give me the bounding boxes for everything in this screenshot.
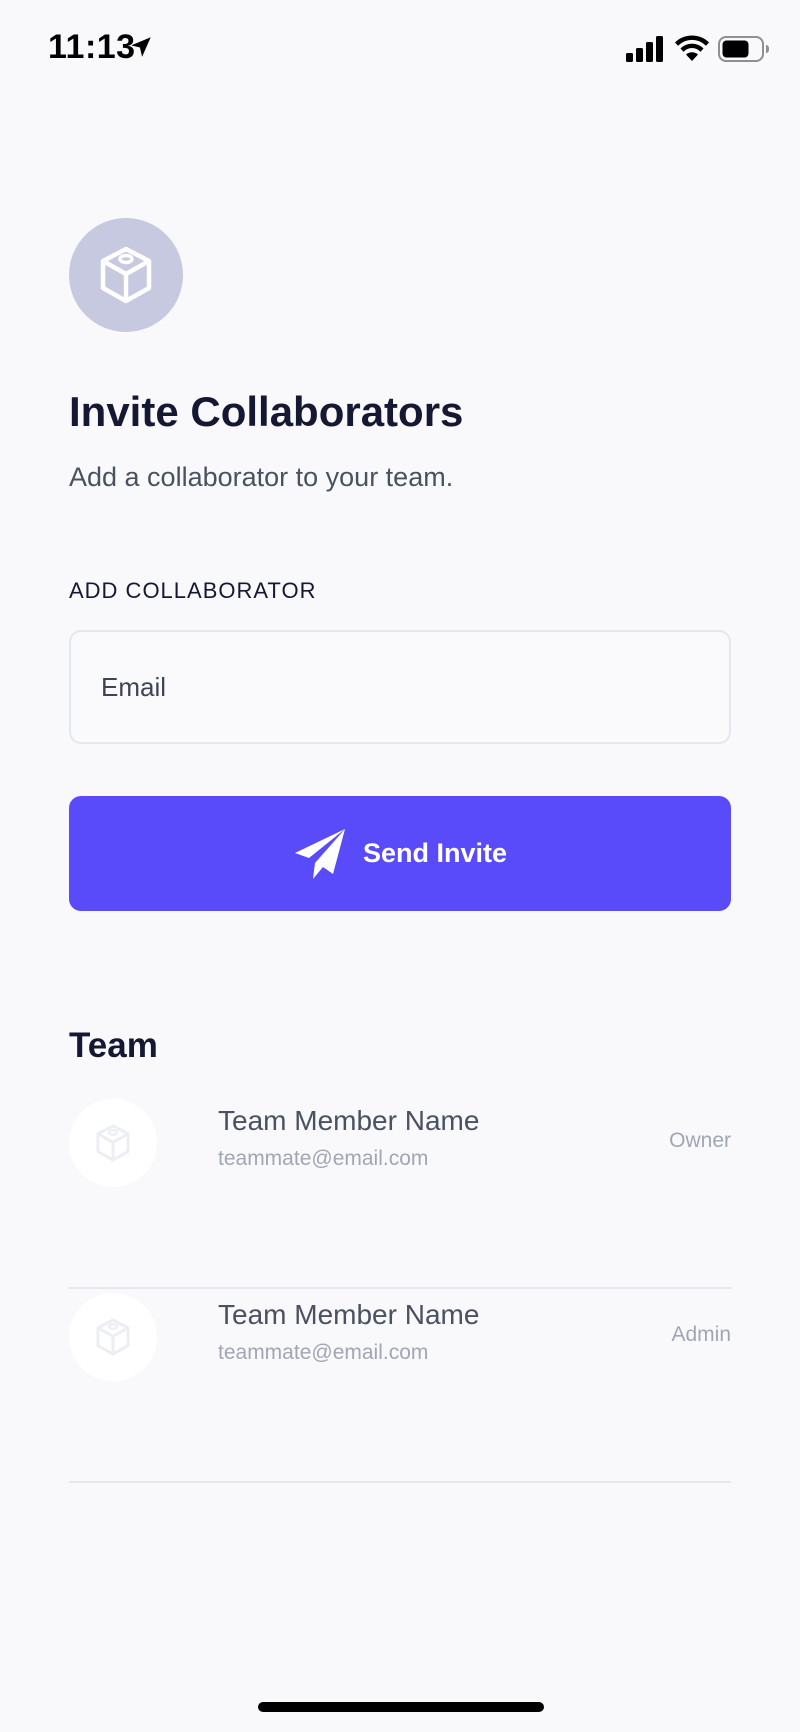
email-input[interactable] bbox=[69, 630, 731, 744]
send-invite-button[interactable]: Send Invite bbox=[69, 796, 731, 911]
cube-icon bbox=[96, 1318, 130, 1356]
home-indicator[interactable] bbox=[258, 1702, 544, 1712]
member-email: teammate@email.com bbox=[218, 1147, 429, 1170]
team-list: Team Member Name teammate@email.com Owne… bbox=[69, 1095, 731, 1483]
wifi-icon bbox=[675, 35, 709, 61]
status-bar: 11:13 bbox=[0, 0, 800, 100]
cube-icon bbox=[96, 1124, 130, 1162]
team-heading: Team bbox=[69, 1026, 158, 1065]
cube-icon bbox=[100, 246, 152, 304]
location-arrow-icon bbox=[131, 37, 151, 57]
send-invite-label: Send Invite bbox=[362, 838, 508, 868]
avatar bbox=[69, 1099, 157, 1187]
status-time: 11:13 bbox=[48, 28, 136, 66]
battery-icon bbox=[718, 36, 769, 62]
cellular-signal-icon bbox=[626, 36, 663, 62]
avatar bbox=[69, 1293, 157, 1381]
team-member-row[interactable]: Team Member Name teammate@email.com Admi… bbox=[69, 1289, 731, 1483]
member-name: Team Member Name bbox=[218, 1105, 480, 1136]
paper-plane-icon bbox=[294, 828, 345, 879]
page-title: Invite Collaborators bbox=[69, 388, 464, 435]
member-email: teammate@email.com bbox=[218, 1341, 429, 1364]
page-subtitle: Add a collaborator to your team. bbox=[69, 462, 454, 492]
app-icon bbox=[69, 218, 183, 332]
add-collaborator-label: ADD COLLABORATOR bbox=[69, 578, 317, 603]
member-name: Team Member Name bbox=[218, 1299, 480, 1330]
team-member-row[interactable]: Team Member Name teammate@email.com Owne… bbox=[69, 1095, 731, 1289]
member-role[interactable]: Admin bbox=[671, 1323, 731, 1347]
member-role[interactable]: Owner bbox=[669, 1129, 731, 1153]
